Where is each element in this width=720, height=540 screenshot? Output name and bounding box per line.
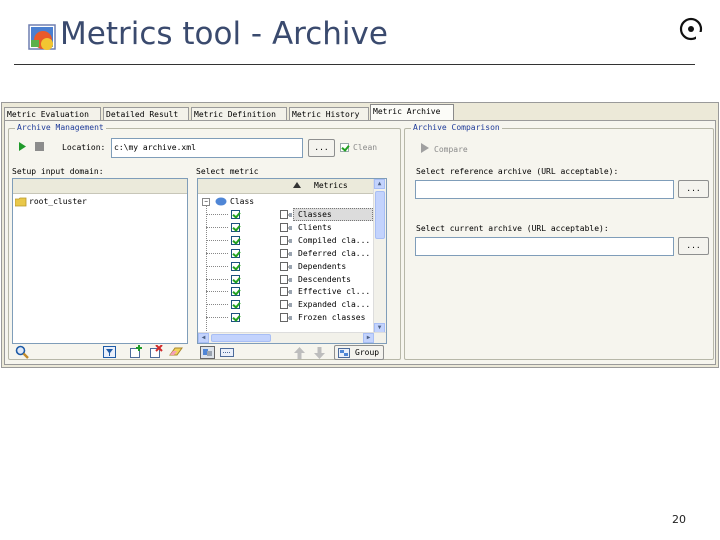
tab-content: Archive Management Location: c:\my archi… xyxy=(4,120,716,365)
metric-icon xyxy=(280,210,292,219)
scroll-up-arrow[interactable]: ▲ xyxy=(374,179,385,189)
current-archive-input[interactable] xyxy=(415,237,674,256)
tree-connector xyxy=(206,304,228,306)
metric-icon xyxy=(280,300,292,310)
metrics-tool-window: Metric Evaluation Detailed Result Metric… xyxy=(1,102,719,368)
domain-list[interactable]: root_cluster xyxy=(12,178,188,344)
archive-comparison-title: Archive Comparison xyxy=(411,123,502,132)
metric-checkbox[interactable] xyxy=(231,287,240,297)
input-domain-label: Setup input domain: xyxy=(12,167,104,176)
archive-management-title: Archive Management xyxy=(15,123,106,132)
reference-browse-button[interactable]: ... xyxy=(678,180,709,198)
location-browse-button[interactable]: ... xyxy=(308,139,335,157)
tree-root-label: Class xyxy=(230,197,255,206)
scroll-right-arrow[interactable]: ▶ xyxy=(363,333,374,343)
app-logo-icon xyxy=(28,24,56,50)
tree-connector xyxy=(206,265,228,267)
select-metric-label: Select metric xyxy=(196,167,259,176)
scroll-thumb-horizontal[interactable] xyxy=(211,334,271,342)
metric-icon xyxy=(280,261,292,271)
clean-label: Clean xyxy=(353,143,378,152)
stop-icon[interactable] xyxy=(35,142,44,151)
metric-checkbox[interactable] xyxy=(231,300,240,310)
metric-checkbox[interactable] xyxy=(231,261,240,271)
tree-connector xyxy=(206,252,228,254)
metric-icon xyxy=(280,248,292,258)
archive-management-group: Archive Management Location: c:\my archi… xyxy=(8,123,401,360)
domain-item-label: root_cluster xyxy=(29,197,87,206)
metric-checkbox[interactable] xyxy=(231,274,240,284)
class-view-icon[interactable] xyxy=(200,346,215,359)
location-input[interactable]: c:\my archive.xml xyxy=(111,138,303,158)
collapse-icon[interactable]: − xyxy=(202,198,210,206)
metric-icon xyxy=(280,222,292,232)
metrics-column-header[interactable]: Metrics xyxy=(314,181,348,190)
sort-ascending-icon[interactable] xyxy=(293,182,301,188)
folder-icon xyxy=(15,197,27,207)
remove-icon[interactable] xyxy=(150,345,163,358)
tree-connector xyxy=(206,291,228,293)
tab-metric-definition[interactable]: Metric Definition xyxy=(191,107,287,120)
tree-connector xyxy=(206,239,228,241)
filter-icon[interactable] xyxy=(103,346,116,358)
metric-label: Dependents xyxy=(298,261,347,271)
location-label: Location: xyxy=(62,143,106,152)
slide-title: Metrics tool - Archive xyxy=(60,16,388,52)
page-number: 20 xyxy=(672,513,686,526)
metric-icon xyxy=(280,287,292,297)
metric-label: Clients xyxy=(298,222,332,232)
title-rule xyxy=(14,64,695,65)
current-browse-button[interactable]: ... xyxy=(678,237,709,255)
compare-icon[interactable] xyxy=(421,143,429,153)
brand-mark-icon xyxy=(679,17,703,41)
metric-label: Expanded cla... xyxy=(298,300,371,310)
metric-tree-header: Metrics xyxy=(198,179,386,194)
current-archive-label: Select current archive (URL acceptable): xyxy=(416,224,609,233)
class-icon xyxy=(215,197,227,206)
tab-metric-archive[interactable]: Metric Archive xyxy=(370,104,454,121)
tree-connector xyxy=(206,226,228,228)
scroll-thumb-vertical[interactable] xyxy=(375,191,385,239)
tree-connector xyxy=(206,214,228,215)
reference-archive-label: Select reference archive (URL acceptable… xyxy=(416,167,619,176)
group-button-label: Group xyxy=(355,348,380,357)
run-icon[interactable] xyxy=(18,141,27,152)
tab-detailed-result[interactable]: Detailed Result xyxy=(103,107,189,120)
reference-archive-input[interactable] xyxy=(415,180,674,199)
up-arrow-icon[interactable] xyxy=(294,347,305,359)
group-icon xyxy=(338,348,350,358)
clean-checkbox[interactable] xyxy=(340,143,349,152)
domain-list-header xyxy=(13,179,187,194)
scroll-left-arrow[interactable]: ◀ xyxy=(198,333,209,343)
tab-metric-evaluation[interactable]: Metric Evaluation xyxy=(4,107,101,120)
metric-checkbox[interactable] xyxy=(231,210,240,219)
metric-label: Descendents xyxy=(298,274,351,284)
add-icon[interactable] xyxy=(130,345,143,358)
eraser-icon[interactable] xyxy=(169,347,183,357)
tree-connector xyxy=(206,278,228,280)
metric-checkbox[interactable] xyxy=(231,313,240,323)
down-arrow-icon[interactable] xyxy=(314,347,325,359)
metric-checkbox[interactable] xyxy=(231,235,240,245)
metric-tree[interactable]: Metrics − Class Classes Clients Compiled c… xyxy=(197,178,387,344)
tree-connector xyxy=(206,317,228,319)
metric-label: Compiled cla... xyxy=(298,235,371,245)
metric-icon xyxy=(280,313,292,323)
metric-icon xyxy=(280,235,292,245)
archive-comparison-group: Archive Comparison Compare Select refere… xyxy=(404,123,714,360)
metric-label: Effective cl... xyxy=(298,287,371,297)
search-icon[interactable] xyxy=(15,345,29,359)
metric-checkbox[interactable] xyxy=(231,222,240,232)
tab-metric-history[interactable]: Metric History xyxy=(289,107,369,120)
compare-button[interactable]: Compare xyxy=(434,145,468,154)
metric-label: Deferred cla... xyxy=(298,248,371,258)
group-button[interactable]: Group xyxy=(334,345,384,360)
metric-icon xyxy=(280,274,292,284)
metric-label: Frozen classes xyxy=(298,313,366,323)
metric-tree-vertical-scrollbar[interactable]: ▲ ▼ xyxy=(373,179,386,333)
metric-tree-horizontal-scrollbar[interactable]: ◀ ▶ xyxy=(198,332,386,343)
metric-checkbox[interactable] xyxy=(231,248,240,258)
metric-label: Classes xyxy=(298,210,332,219)
feature-view-icon[interactable] xyxy=(220,348,234,357)
